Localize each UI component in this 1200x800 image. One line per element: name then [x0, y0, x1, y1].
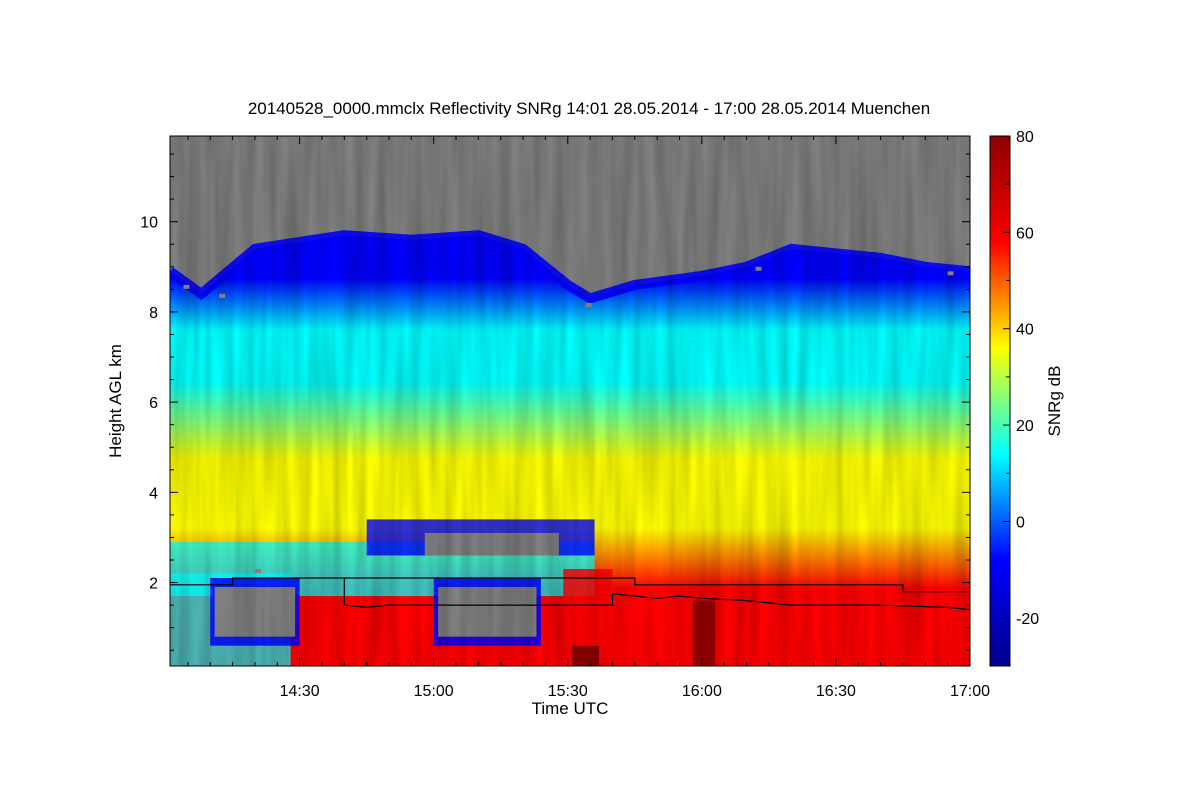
no-signal-speckle [183, 284, 190, 289]
no-signal-speckle [585, 302, 592, 307]
streak-overlay [170, 136, 970, 666]
y-tick-label: 2 [149, 576, 158, 593]
colorbar-tick-label: 0 [1016, 514, 1025, 531]
y-tick-label: 8 [149, 305, 158, 322]
x-tick-label: 15:00 [414, 683, 454, 700]
y-axis-label: Height AGL km [106, 344, 125, 458]
x-axis-label: Time UTC [532, 699, 609, 718]
x-tick-label: 15:30 [548, 683, 588, 700]
x-tick-label: 16:30 [816, 683, 856, 700]
no-signal-speckle [947, 271, 954, 276]
chart-title: 20140528_0000.mmclx Reflectivity SNRg 14… [248, 99, 930, 118]
colorbar-tick-label: 80 [1016, 129, 1034, 146]
x-tick-label: 14:30 [280, 683, 320, 700]
y-tick-label: 4 [149, 485, 158, 502]
no-signal-speckle [755, 266, 762, 271]
colorbar-tick-label: 60 [1016, 225, 1034, 242]
y-tick-label: 6 [149, 395, 158, 412]
radar-chart: 20140528_0000.mmclx Reflectivity SNRg 14… [106, 99, 1064, 718]
colorbar-label: SNRg dB [1045, 366, 1064, 437]
no-signal-speckle [254, 569, 261, 574]
x-tick-label: 16:00 [682, 683, 722, 700]
plot-area [170, 136, 970, 666]
x-tick-label: 17:00 [950, 683, 990, 700]
y-tick-label: 10 [140, 215, 158, 232]
colorbar-tick-label: -20 [1016, 611, 1039, 628]
colorbar [989, 135, 1011, 667]
colorbar-tick-label: 40 [1016, 322, 1034, 339]
no-signal-speckle [219, 293, 226, 298]
colorbar-tick-label: 20 [1016, 418, 1034, 435]
